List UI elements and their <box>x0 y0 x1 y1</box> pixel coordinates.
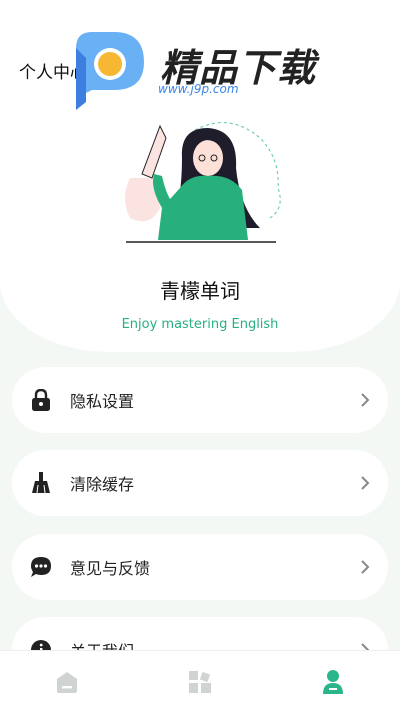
chat-bubble-icon <box>30 556 52 578</box>
girl-pointing-illustration <box>125 122 281 243</box>
tab-profile[interactable] <box>303 662 363 702</box>
menu-item-clear-cache[interactable]: 清除缓存 <box>12 450 388 516</box>
watermark-url: www.j9p.com <box>158 82 239 96</box>
profile-icon <box>323 670 344 694</box>
chevron-right-icon <box>358 393 372 407</box>
tab-home[interactable] <box>37 662 97 702</box>
menu-item-label: 隐私设置 <box>70 392 135 411</box>
chevron-right-icon <box>358 476 372 490</box>
tab-discover[interactable] <box>170 662 230 702</box>
watermark-logo <box>76 32 144 110</box>
menu-item-privacy-settings[interactable]: 隐私设置 <box>12 367 388 433</box>
app-name: 青檬单词 <box>160 279 240 303</box>
menu-item-feedback[interactable]: 意见与反馈 <box>12 534 388 600</box>
bottom-tab-bar <box>0 650 400 713</box>
broom-icon <box>30 472 52 494</box>
chevron-right-icon <box>358 560 372 574</box>
home-icon <box>56 672 77 693</box>
lock-icon <box>30 389 52 411</box>
menu-item-label: 清除缓存 <box>70 475 135 494</box>
menu-item-label: 意见与反馈 <box>70 559 151 578</box>
app-slogan: Enjoy mastering English <box>121 317 279 332</box>
apps-grid-icon <box>188 671 211 693</box>
